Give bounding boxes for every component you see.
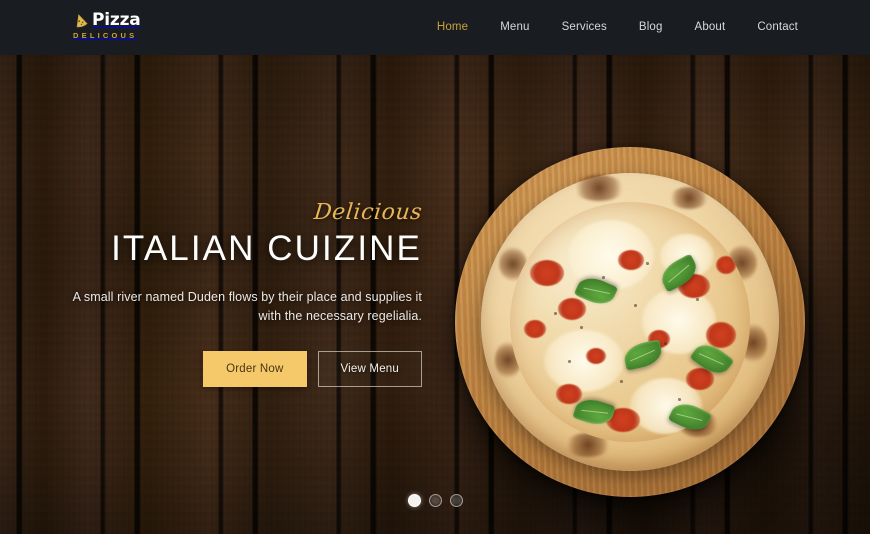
carousel-dot-3[interactable]: [449, 494, 463, 507]
hero-headline: ITALIAN CUIZINE: [111, 229, 422, 268]
carousel-dot-1[interactable]: [407, 494, 421, 507]
carousel-dots: [0, 494, 870, 507]
pizza-toppings: [510, 202, 750, 442]
view-menu-button[interactable]: View Menu: [317, 351, 422, 387]
nav-item-contact[interactable]: Contact: [741, 0, 814, 55]
nav-item-home[interactable]: Home: [421, 0, 484, 55]
page-root: Pizza DELICOUS Home Menu Services Blog A…: [0, 0, 870, 534]
brand-logo-top: Pizza: [72, 11, 141, 29]
nav-item-menu[interactable]: Menu: [484, 0, 545, 55]
main-navigation: Home Menu Services Blog About Contact: [421, 0, 814, 55]
nav-item-blog[interactable]: Blog: [623, 0, 679, 55]
brand-tagline: DELICOUS: [73, 31, 138, 40]
nav-item-about[interactable]: About: [679, 0, 742, 55]
hero-copy: Delicious ITALIAN CUIZINE A small river …: [0, 55, 425, 534]
hero-eyebrow: Delicious: [312, 200, 424, 225]
hero-section: Delicious ITALIAN CUIZINE A small river …: [0, 55, 870, 534]
hero-pizza-image: [455, 147, 805, 497]
hero-cta-group: Order Now View Menu: [203, 351, 422, 387]
brand-name: Pizza: [92, 10, 141, 30]
nav-item-services[interactable]: Services: [546, 0, 623, 55]
hero-lede: A small river named Duden flows by their…: [72, 290, 422, 323]
pizza-slice-icon: [72, 12, 89, 29]
site-header: Pizza DELICOUS Home Menu Services Blog A…: [0, 0, 870, 55]
carousel-dot-2[interactable]: [428, 494, 442, 507]
order-now-button[interactable]: Order Now: [203, 351, 307, 387]
brand-logo[interactable]: Pizza DELICOUS: [72, 11, 141, 40]
